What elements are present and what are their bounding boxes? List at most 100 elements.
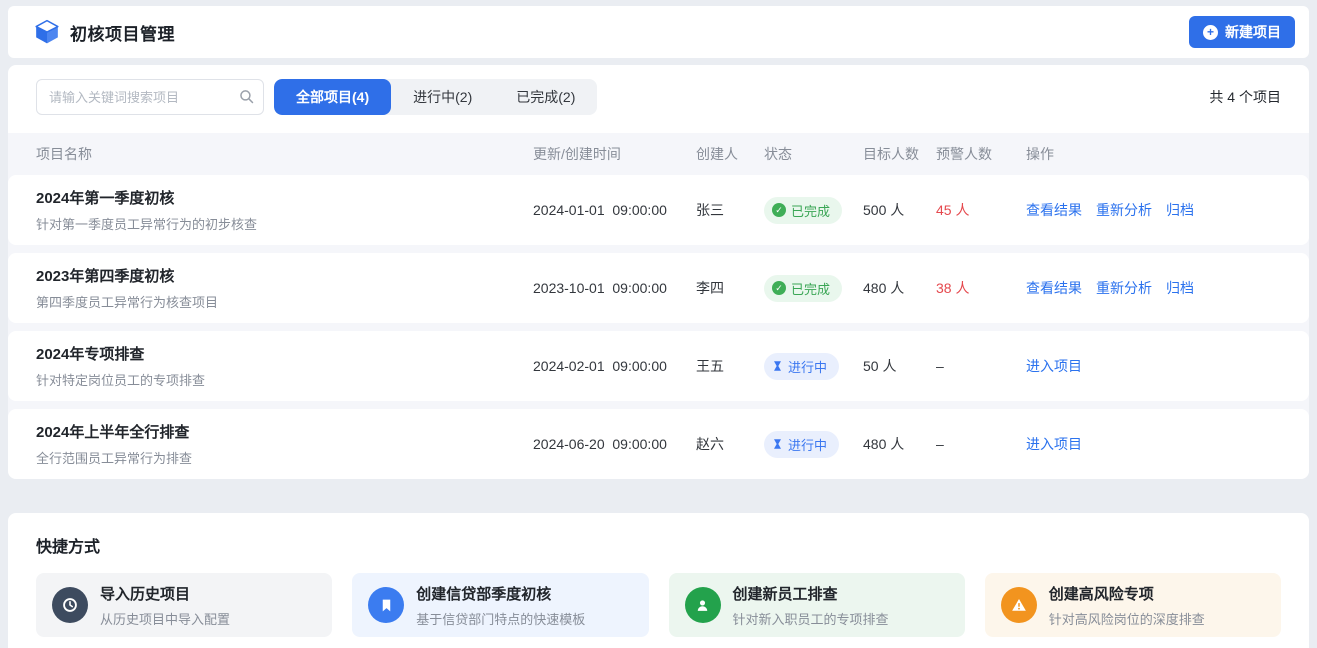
- warning-icon: [1001, 587, 1037, 623]
- project-name-cell: 2023年第四季度初核 第四季度员工异常行为核查项目: [36, 265, 533, 311]
- project-title: 2023年第四季度初核: [36, 265, 533, 286]
- row-actions: 查看结果 重新分析 归档: [1026, 278, 1281, 298]
- hourglass-icon: [772, 438, 783, 450]
- status-cell: ✓ 已完成: [764, 275, 863, 302]
- project-title: 2024年上半年全行排查: [36, 421, 533, 442]
- reanalyze-link[interactable]: 重新分析: [1096, 278, 1152, 298]
- target-count: 480 人: [863, 278, 936, 298]
- package-cube-icon: [34, 19, 60, 45]
- status-label: 进行中: [788, 357, 827, 376]
- header-bar: 初核项目管理 + 新建项目: [8, 6, 1309, 58]
- table-row: 2024年第一季度初核 针对第一季度员工异常行为的初步核查 2024-01-01…: [8, 175, 1309, 245]
- project-name-cell: 2024年上半年全行排查 全行范围员工异常行为排查: [36, 421, 533, 467]
- shortcut-credit-dept-review[interactable]: 创建信贷部季度初核 基于信贷部门特点的快速模板: [352, 573, 648, 637]
- new-project-label: 新建项目: [1225, 22, 1281, 42]
- project-name-cell: 2024年第一季度初核 针对第一季度员工异常行为的初步核查: [36, 187, 533, 233]
- enter-project-link[interactable]: 进入项目: [1026, 356, 1082, 376]
- hourglass-icon: [772, 360, 783, 372]
- status-label: 已完成: [791, 201, 830, 220]
- warning-count: 38 人: [936, 278, 1026, 298]
- col-target-count: 目标人数: [863, 144, 936, 164]
- shortcut-title: 导入历史项目: [100, 583, 230, 604]
- project-list-panel: 全部项目(4) 进行中(2) 已完成(2) 共 4 个项目 项目名称 更新/创建…: [8, 65, 1309, 479]
- creator-name: 张三: [696, 200, 764, 220]
- shortcuts-panel: 快捷方式 导入历史项目 从历史项目中导入配置 创建信贷部季度初核: [8, 513, 1309, 648]
- project-desc: 第四季度员工异常行为核查项目: [36, 292, 533, 311]
- status-badge: ✓ 已完成: [764, 197, 842, 224]
- search-input[interactable]: [36, 79, 264, 115]
- reanalyze-link[interactable]: 重新分析: [1096, 200, 1152, 220]
- col-update-time: 更新/创建时间: [533, 144, 696, 164]
- check-circle-icon: ✓: [772, 281, 786, 295]
- target-count: 50 人: [863, 356, 936, 376]
- update-time: 2024-02-01 09:00:00: [533, 358, 696, 374]
- row-actions: 进入项目: [1026, 356, 1281, 376]
- table-body: 2024年第一季度初核 针对第一季度员工异常行为的初步核查 2024-01-01…: [8, 175, 1309, 479]
- table-row: 2024年专项排查 针对特定岗位员工的专项排查 2024-02-01 09:00…: [8, 331, 1309, 401]
- shortcut-new-employee-check[interactable]: 创建新员工排查 针对新入职员工的专项排查: [669, 573, 965, 637]
- update-time: 2024-01-01 09:00:00: [533, 202, 696, 218]
- warning-count: –: [936, 358, 1026, 374]
- app-brand: 初核项目管理: [34, 19, 175, 45]
- project-desc: 针对特定岗位员工的专项排查: [36, 370, 533, 389]
- project-name-cell: 2024年专项排查 针对特定岗位员工的专项排查: [36, 343, 533, 389]
- filter-tabs: 全部项目(4) 进行中(2) 已完成(2): [274, 79, 597, 115]
- search-box: [36, 79, 264, 115]
- shortcut-high-risk-special[interactable]: 创建高风险专项 针对高风险岗位的深度排查: [985, 573, 1281, 637]
- creator-name: 李四: [696, 278, 764, 298]
- enter-project-link[interactable]: 进入项目: [1026, 434, 1082, 454]
- shortcut-title: 创建高风险专项: [1049, 583, 1205, 604]
- toolbar: 全部项目(4) 进行中(2) 已完成(2) 共 4 个项目: [8, 65, 1309, 133]
- shortcut-desc: 针对高风险岗位的深度排查: [1049, 609, 1205, 628]
- status-label: 进行中: [788, 435, 827, 454]
- shortcut-text: 创建信贷部季度初核 基于信贷部门特点的快速模板: [416, 583, 585, 628]
- plus-icon: +: [1203, 25, 1218, 40]
- shortcut-desc: 基于信贷部门特点的快速模板: [416, 609, 585, 628]
- tab-all-projects[interactable]: 全部项目(4): [274, 79, 391, 115]
- bookmark-icon: [368, 587, 404, 623]
- check-circle-icon: ✓: [772, 203, 786, 217]
- target-count: 480 人: [863, 434, 936, 454]
- project-desc: 针对第一季度员工异常行为的初步核查: [36, 214, 533, 233]
- row-actions: 进入项目: [1026, 434, 1281, 454]
- tab-completed[interactable]: 已完成(2): [494, 79, 597, 115]
- shortcut-text: 创建高风险专项 针对高风险岗位的深度排查: [1049, 583, 1205, 628]
- shortcut-title: 创建新员工排查: [733, 583, 889, 604]
- status-badge: 进行中: [764, 353, 839, 380]
- status-badge: 进行中: [764, 431, 839, 458]
- project-desc: 全行范围员工异常行为排查: [36, 448, 533, 467]
- creator-name: 赵六: [696, 434, 764, 454]
- archive-link[interactable]: 归档: [1166, 200, 1194, 220]
- shortcut-text: 导入历史项目 从历史项目中导入配置: [100, 583, 230, 628]
- archive-link[interactable]: 归档: [1166, 278, 1194, 298]
- col-creator: 创建人: [696, 144, 764, 164]
- shortcut-text: 创建新员工排查 针对新入职员工的专项排查: [733, 583, 889, 628]
- total-count: 共 4 个项目: [1209, 87, 1281, 107]
- shortcut-import-history[interactable]: 导入历史项目 从历史项目中导入配置: [36, 573, 332, 637]
- new-project-button[interactable]: + 新建项目: [1189, 16, 1295, 48]
- status-badge: ✓ 已完成: [764, 275, 842, 302]
- tab-in-progress[interactable]: 进行中(2): [391, 79, 494, 115]
- status-cell: ✓ 已完成: [764, 197, 863, 224]
- status-cell: 进行中: [764, 431, 863, 458]
- row-actions: 查看结果 重新分析 归档: [1026, 200, 1281, 220]
- shortcut-desc: 针对新入职员工的专项排查: [733, 609, 889, 628]
- table-row: 2024年上半年全行排查 全行范围员工异常行为排查 2024-06-20 09:…: [8, 409, 1309, 479]
- project-title: 2024年专项排查: [36, 343, 533, 364]
- target-count: 500 人: [863, 200, 936, 220]
- page-title: 初核项目管理: [70, 20, 175, 45]
- table-header: 项目名称 更新/创建时间 创建人 状态 目标人数 预警人数 操作: [8, 133, 1309, 175]
- warning-count: 45 人: [936, 200, 1026, 220]
- creator-name: 王五: [696, 356, 764, 376]
- shortcut-cards: 导入历史项目 从历史项目中导入配置 创建信贷部季度初核 基于信贷部门特点的快速模…: [36, 573, 1281, 637]
- view-results-link[interactable]: 查看结果: [1026, 200, 1082, 220]
- shortcut-desc: 从历史项目中导入配置: [100, 609, 230, 628]
- warning-count: –: [936, 436, 1026, 452]
- col-actions: 操作: [1026, 144, 1281, 164]
- view-results-link[interactable]: 查看结果: [1026, 278, 1082, 298]
- col-project-name: 项目名称: [36, 144, 533, 164]
- search-icon[interactable]: [239, 89, 254, 109]
- project-title: 2024年第一季度初核: [36, 187, 533, 208]
- shortcuts-title: 快捷方式: [36, 533, 1281, 557]
- table-row: 2023年第四季度初核 第四季度员工异常行为核查项目 2023-10-01 09…: [8, 253, 1309, 323]
